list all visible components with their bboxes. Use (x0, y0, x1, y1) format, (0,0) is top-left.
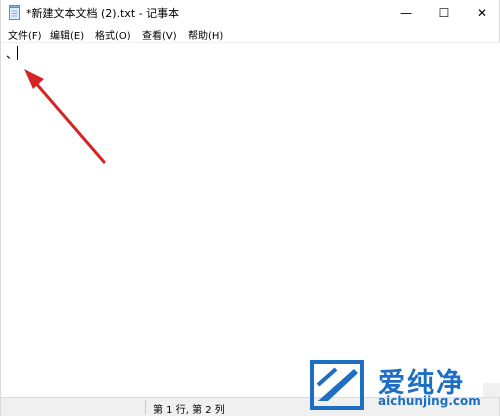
maximize-icon: ☐ (438, 6, 450, 20)
menu-help[interactable]: 帮助(H) (187, 27, 224, 42)
status-bar: 第 1 行, 第 2 列 (1, 397, 499, 416)
menu-view[interactable]: 查看(V) (141, 27, 178, 42)
notepad-icon (9, 5, 20, 20)
text-editor[interactable]: 、 (1, 43, 483, 383)
minimize-button[interactable]: — (387, 0, 425, 26)
text-caret (17, 46, 18, 60)
horizontal-scrollbar[interactable] (1, 383, 483, 397)
cursor-position: 第 1 行, 第 2 列 (153, 405, 225, 416)
size-grip[interactable] (483, 383, 500, 397)
status-separator (145, 400, 146, 414)
menu-bar: 文件(F) 编辑(E) 格式(O) 查看(V) 帮助(H) (1, 26, 499, 43)
close-button[interactable]: ✕ (463, 0, 500, 26)
menu-edit[interactable]: 编辑(E) (49, 27, 85, 42)
menu-file[interactable]: 文件(F) (7, 27, 43, 42)
vertical-scrollbar[interactable] (483, 43, 500, 383)
window-title: *新建文本文档 (2).txt - 记事本 (26, 7, 180, 20)
menu-format[interactable]: 格式(O) (94, 27, 132, 42)
close-icon: ✕ (476, 6, 488, 20)
minimize-icon: — (400, 6, 412, 20)
maximize-button[interactable]: ☐ (425, 0, 463, 26)
title-bar[interactable]: *新建文本文档 (2).txt - 记事本 — ☐ ✕ (1, 0, 499, 26)
notepad-window: *新建文本文档 (2).txt - 记事本 — ☐ ✕ 文件(F) 编辑(E) … (0, 0, 500, 416)
